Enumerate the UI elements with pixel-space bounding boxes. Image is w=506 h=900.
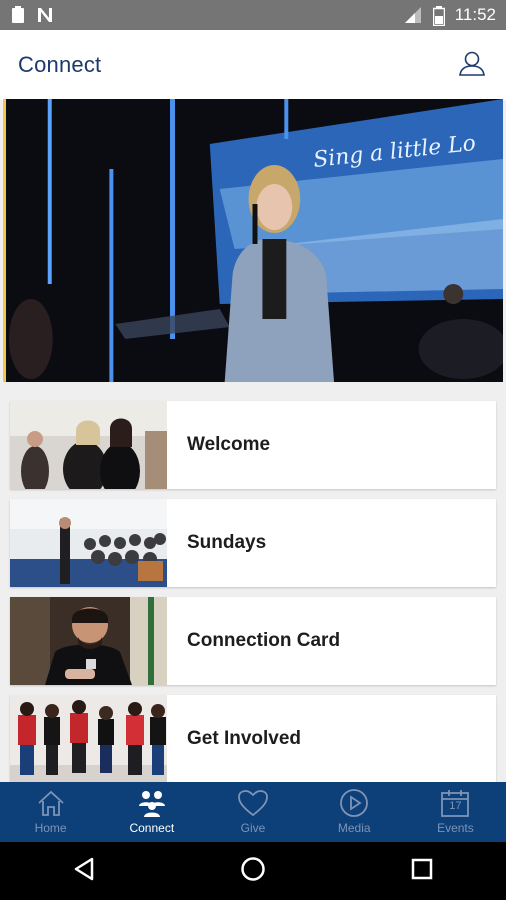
recents-button[interactable] [402, 851, 442, 891]
back-icon [73, 857, 95, 886]
app-header: Connect [0, 30, 506, 100]
connection-card-photo [10, 597, 167, 685]
n-notification-icon [36, 6, 52, 24]
recents-icon [411, 858, 433, 885]
battery-icon [432, 6, 445, 27]
nav-label: Home [34, 821, 67, 835]
nav-item-give[interactable]: Give [202, 782, 303, 842]
nav-item-home[interactable]: Home [0, 782, 101, 842]
card-label: Connection Card [187, 630, 341, 651]
nav-label: Give [240, 821, 266, 835]
card-welcome[interactable]: Welcome [10, 401, 496, 489]
home-icon [35, 788, 67, 818]
profile-button[interactable] [456, 49, 488, 81]
hero-banner[interactable]: Sing a little Lo [3, 99, 503, 382]
calendar-icon: 17 [439, 788, 471, 818]
user-profile-icon [458, 49, 486, 82]
bottom-nav: Home Connect Give Media 17 Events [0, 782, 506, 842]
card-label: Get Involved [187, 728, 302, 749]
card-label: Welcome [187, 434, 271, 455]
nav-label: Connect [129, 821, 175, 835]
card-sundays[interactable]: Sundays [10, 499, 496, 587]
home-button[interactable] [233, 851, 273, 891]
nav-item-connect[interactable]: Connect [101, 782, 202, 842]
nav-label: Events [437, 821, 474, 835]
play-circle-icon [338, 788, 370, 818]
status-time: 11:52 [454, 5, 496, 24]
welcome-photo [10, 401, 167, 489]
get-involved-photo [10, 695, 167, 783]
nav-item-media[interactable]: Media [304, 782, 405, 842]
status-bar: 11:52 [0, 0, 506, 30]
sundays-photo [10, 499, 167, 587]
signal-lte-icon [401, 6, 423, 24]
calendar-day: 17 [449, 800, 462, 812]
connect-card-list: Welcome Sundays Connection Card Get Invo… [10, 401, 496, 793]
card-connection-card[interactable]: Connection Card [10, 597, 496, 685]
heart-icon [237, 788, 269, 818]
home-circle-icon [240, 856, 266, 887]
card-get-involved[interactable]: Get Involved [10, 695, 496, 783]
system-nav-bar [0, 842, 506, 900]
back-button[interactable] [64, 851, 104, 891]
clipboard-icon [10, 6, 26, 24]
card-label: Sundays [187, 532, 267, 553]
nav-item-events[interactable]: 17 Events [405, 782, 506, 842]
hero-image: Sing a little Lo [6, 99, 503, 382]
nav-label: Media [337, 821, 371, 835]
people-icon [136, 788, 168, 818]
page-title: Connect [18, 52, 102, 77]
